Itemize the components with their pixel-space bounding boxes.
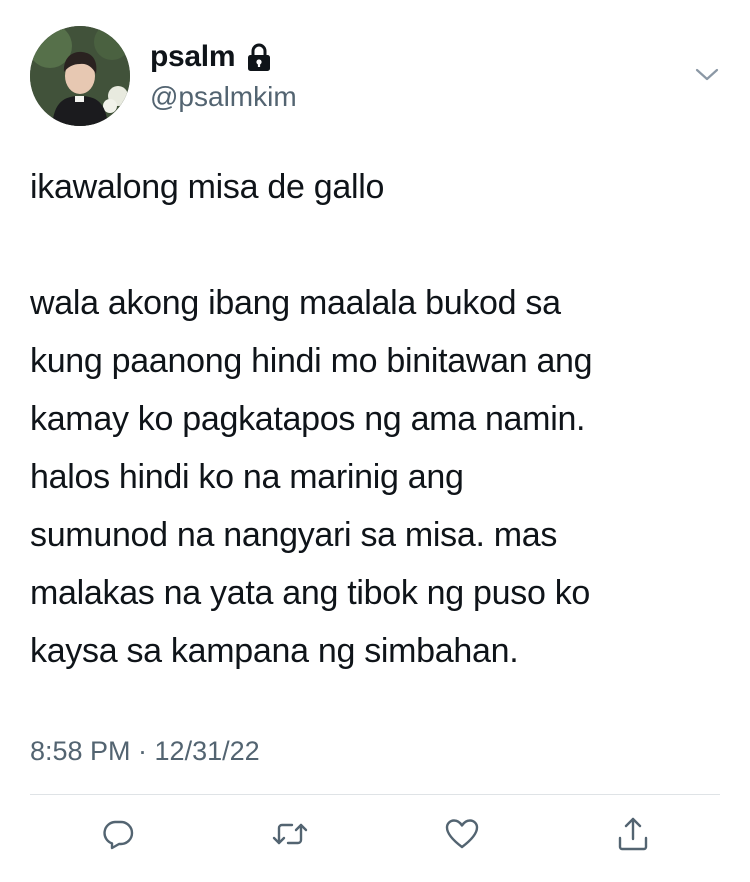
share-icon[interactable]: [611, 812, 655, 856]
like-icon[interactable]: [440, 812, 484, 856]
tweet-body: wala akong ibang maalala bukod sa kung p…: [30, 284, 593, 670]
avatar[interactable]: [30, 26, 130, 126]
tweet-actions: [0, 812, 750, 862]
retweet-icon[interactable]: [268, 812, 312, 856]
display-name-text[interactable]: psalm: [150, 40, 236, 74]
divider: [30, 794, 720, 795]
lock-icon: [245, 42, 273, 72]
user-handle[interactable]: @psalmkim: [150, 80, 297, 114]
display-name[interactable]: psalm: [150, 40, 273, 74]
tweet-first-line: ikawalong misa de gallo: [30, 168, 385, 206]
tweet-timestamp[interactable]: 8:58 PM · 12/31/22: [30, 734, 260, 768]
profile-photo: [30, 26, 130, 126]
chevron-down-icon[interactable]: [692, 60, 722, 90]
reply-icon[interactable]: [96, 812, 140, 856]
tweet-text: ikawalong misa de gallo wala akong ibang…: [30, 158, 720, 680]
